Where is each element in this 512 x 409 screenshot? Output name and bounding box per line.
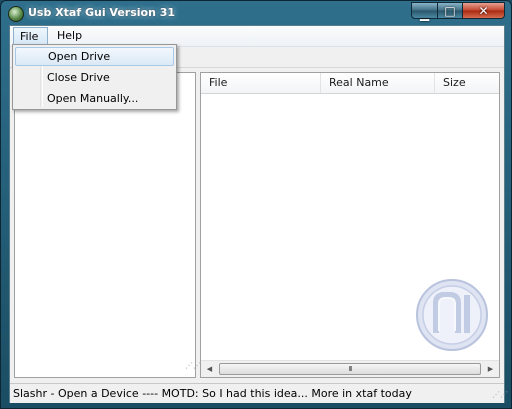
menu-item-open-drive[interactable]: Open Drive	[15, 47, 174, 66]
column-header-file[interactable]: File	[201, 73, 321, 93]
watermark-logo-icon	[416, 279, 488, 351]
app-window: Usb Xtaf Gui Version 31 ▁ □ ✕ File Help …	[0, 0, 512, 409]
close-button[interactable]: ✕	[462, 2, 505, 19]
status-text: Slashr - Open a Device ---- MOTD: So I h…	[13, 387, 412, 400]
file-menu-dropdown: Open Drive Close Drive Open Manually...	[12, 44, 177, 110]
scroll-left-icon[interactable]: ◀	[201, 361, 218, 377]
list-header: File Real Name Size	[201, 73, 499, 94]
close-icon: ✕	[478, 4, 489, 18]
minimize-icon: ▁	[419, 7, 430, 21]
thumb-grip: III	[348, 365, 352, 373]
title-bar[interactable]: Usb Xtaf Gui Version 31 ▁ □ ✕	[1, 1, 511, 25]
file-list-view[interactable]: File Real Name Size ◀ III ▶	[200, 72, 500, 378]
column-header-real-name[interactable]: Real Name	[321, 73, 435, 93]
drive-tree-panel[interactable]: ⋰⋰	[14, 72, 201, 378]
menu-help[interactable]: Help	[51, 27, 88, 44]
maximize-icon: □	[444, 4, 456, 18]
maximize-button[interactable]: □	[437, 2, 463, 19]
menu-file[interactable]: File	[13, 27, 48, 44]
menu-item-close-drive[interactable]: Close Drive	[15, 68, 174, 87]
scroll-right-icon[interactable]: ▶	[482, 361, 499, 377]
menu-item-open-manually[interactable]: Open Manually...	[15, 89, 174, 108]
scrollbar-thumb[interactable]: III	[219, 363, 481, 375]
window-title: Usb Xtaf Gui Version 31	[28, 6, 176, 19]
app-logo-icon	[8, 6, 24, 22]
resize-grip-icon: ⋰⋰	[185, 361, 201, 370]
minimize-button[interactable]: ▁	[411, 2, 438, 21]
column-header-size[interactable]: Size	[435, 73, 499, 93]
horizontal-scrollbar[interactable]: ◀ III ▶	[201, 360, 499, 377]
resize-grip-icon[interactable]: ⋰⋰	[492, 390, 508, 399]
status-bar: Slashr - Open a Device ---- MOTD: So I h…	[10, 383, 508, 403]
